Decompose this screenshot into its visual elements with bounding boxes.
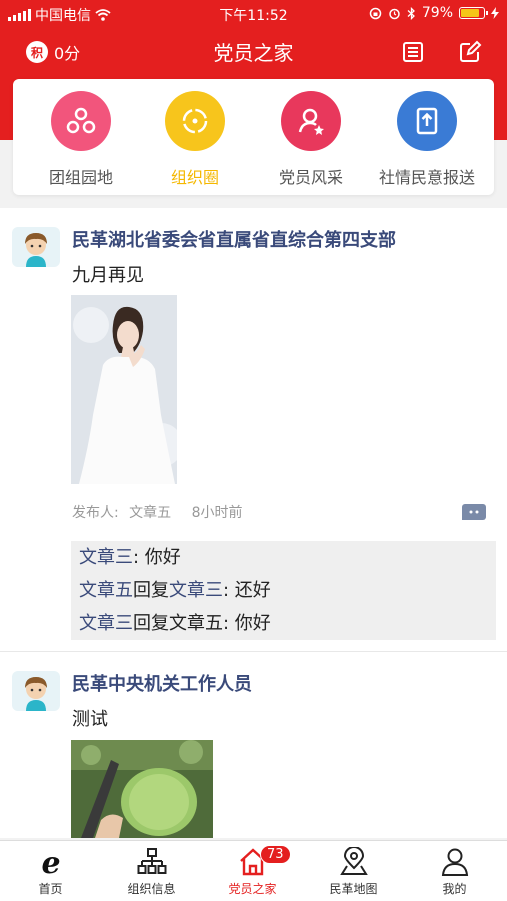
comment-from[interactable]: 文章三 [79,613,133,634]
tab-label: 首页 [38,882,63,896]
comment-sep: : [223,580,235,601]
battery-icon [459,7,488,19]
notification-badge: 73 [260,845,291,864]
comment-reply-word: 回复 [133,613,169,634]
comment-icon[interactable] [462,504,486,520]
post-text: 测试 [72,709,108,730]
user-icon [441,848,468,876]
page-title: 党员之家 [213,41,294,65]
status-bar: 中国电信 下午11:52 79% [0,0,507,28]
post: 民革中央机关工作人员 测试 [0,652,507,838]
category-sheqing[interactable]: 社情民意报送 [367,91,487,188]
tab-label: 民革地图 [329,882,378,896]
circles-icon [51,91,111,151]
upload-doc-icon [397,91,457,151]
tab-map[interactable]: 民革地图 [303,847,404,897]
tab-label: 党员之家 [228,882,277,896]
publisher-name: 文章五 [129,505,172,521]
tab-bar: e 首页 组织信息 党员之家 73 民革地图 我的 [0,840,507,901]
feed[interactable]: 民革湖北省委会省直属省直综合第四支部 九月再见 发布人: 文章五 8小时前 文章… [0,208,507,838]
comment-to[interactable]: 文章三 [169,580,223,601]
comment-to[interactable]: 文章五 [169,613,223,634]
category-card: 团组园地 组织圈 党员风采 社情民意报送 [13,79,494,195]
post-meta: 发布人: 文章五 8小时前 [72,502,243,522]
comment-list: 文章三: 你好 文章五回复文章三: 还好 文章三回复文章五: 你好 [71,541,496,640]
post-author[interactable]: 民革湖北省委会省直属省直综合第四支部 [72,226,396,252]
comment-item[interactable]: 文章五回复文章三: 还好 [71,574,496,607]
charging-icon [491,7,499,19]
post-photo[interactable] [71,740,213,838]
comment-content: 你好 [144,547,181,568]
tab-label: 组织信息 [127,882,176,896]
target-icon [165,91,225,151]
tab-mine[interactable]: 我的 [404,847,505,897]
svg-text:e: e [41,847,60,877]
post: 民革湖北省委会省直属省直综合第四支部 九月再见 发布人: 文章五 8小时前 文章… [0,208,507,651]
category-zuzhiquan[interactable]: 组织圈 [135,91,255,188]
category-fengcai[interactable]: 党员风采 [251,91,371,188]
post-text: 九月再见 [72,265,144,286]
category-label: 团组园地 [48,168,113,187]
comment-sep: : [223,613,235,634]
comment-item[interactable]: 文章三回复文章五: 你好 [71,607,496,640]
tab-home[interactable]: e 首页 [0,847,101,897]
map-pin-icon [339,847,368,875]
edit-icon[interactable] [458,40,482,64]
avatar[interactable] [12,671,60,711]
person-icon [281,91,341,151]
post-time: 8小时前 [191,505,243,521]
tab-label: 我的 [442,882,467,896]
nav-bar: 积 0分 党员之家 [0,28,507,76]
bluetooth-icon [407,6,415,20]
avatar[interactable] [12,227,60,267]
post-author[interactable]: 民革中央机关工作人员 [72,670,252,696]
post-photo[interactable] [71,295,177,484]
comment-from[interactable]: 文章三 [79,547,133,568]
comment-content: 你好 [234,613,271,634]
lock-rotation-icon [369,7,382,19]
list-icon[interactable] [401,40,425,64]
comment-from[interactable]: 文章五 [79,580,133,601]
category-label: 党员风采 [278,168,343,187]
tab-org-info[interactable]: 组织信息 [101,847,202,897]
status-right: 79% [369,5,499,21]
comment-reply-word: 回复 [133,580,169,601]
category-tuanzu[interactable]: 团组园地 [21,91,141,188]
comment-content: 还好 [234,580,271,601]
comment-sep: : [133,547,145,568]
category-label-active: 组织圈 [170,168,219,187]
battery-percent: 79% [421,5,453,21]
comment-item[interactable]: 文章三: 你好 [71,541,496,574]
org-chart-icon [137,848,166,874]
e-logo-icon: e [41,847,60,877]
tab-party-home[interactable]: 党员之家 73 [202,845,303,897]
category-label: 社情民意报送 [378,168,475,187]
publisher-label: 发布人: [72,505,119,521]
alarm-icon [389,8,400,19]
